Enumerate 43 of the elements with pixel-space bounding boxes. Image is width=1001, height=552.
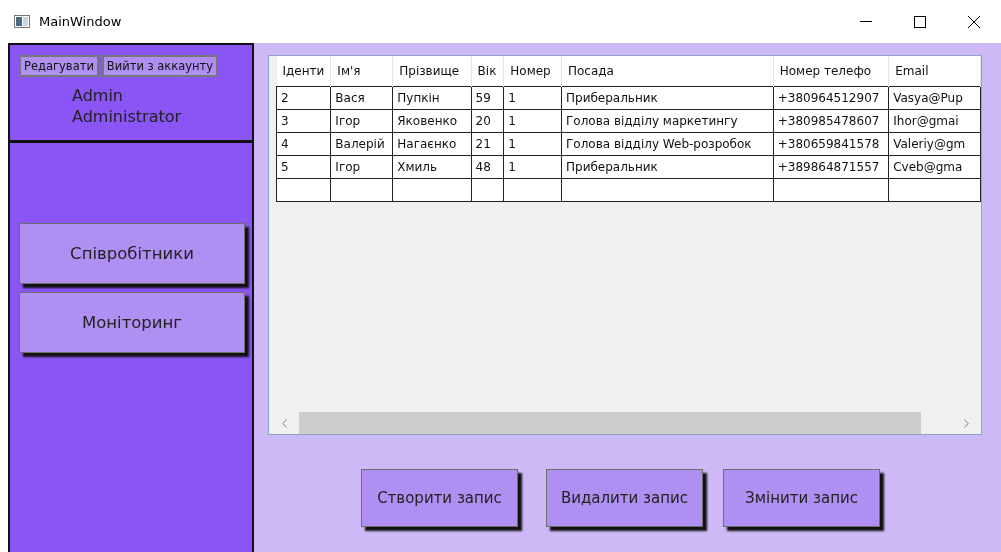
table-cell: 1 xyxy=(503,86,562,110)
column-header[interactable]: Посада xyxy=(561,56,774,87)
user-role: Administrator xyxy=(72,106,183,127)
logout-button[interactable]: Вийти з аккаунту xyxy=(101,55,219,77)
table-cell: 4 xyxy=(276,132,331,156)
column-header[interactable]: Іденти xyxy=(276,56,331,87)
table-cell: Пупкін xyxy=(392,86,472,110)
column-header[interactable]: Ім'я xyxy=(330,56,393,87)
delete-button[interactable]: Видалити запис xyxy=(546,469,703,527)
minimize-icon xyxy=(860,21,872,22)
table-cell: Вася xyxy=(330,86,393,110)
table-cell: Голова відділу маркетингу xyxy=(561,109,774,133)
user-name: Admin xyxy=(72,85,124,106)
nav-button[interactable]: Співробітники xyxy=(19,223,245,284)
table-cell: 2 xyxy=(276,86,331,110)
table-cell: Голова відділу Web-розробок xyxy=(561,132,774,156)
new-row[interactable] xyxy=(276,178,981,202)
table-cell: Приберальник xyxy=(561,86,774,110)
column-header[interactable]: Номер телефо xyxy=(773,56,889,87)
scroll-left-icon[interactable] xyxy=(281,418,287,428)
table-cell: +389864871557 xyxy=(773,155,889,179)
nav-button[interactable]: Моніторинг xyxy=(19,292,245,353)
table-cell: +380964512907 xyxy=(773,86,889,110)
table-cell: Приберальник xyxy=(561,155,774,179)
table-cell: +380985478607 xyxy=(773,109,889,133)
edit-record-button[interactable]: Змінити запис xyxy=(723,469,880,527)
scroll-right-icon[interactable] xyxy=(963,418,969,428)
table-cell: 3 xyxy=(276,109,331,133)
column-header[interactable]: Номер xyxy=(503,56,562,87)
table-cell: Vasya@Pup xyxy=(888,86,981,110)
table-cell: +380659841578 xyxy=(773,132,889,156)
app-icon xyxy=(14,15,30,28)
maximize-icon xyxy=(914,15,926,28)
table-cell: 5 xyxy=(276,155,331,179)
edit-button[interactable]: Редагувати xyxy=(19,55,99,77)
create-button[interactable]: Створити запис xyxy=(361,469,518,527)
column-header[interactable]: Вік xyxy=(471,56,504,87)
table-cell: 59 xyxy=(471,86,504,110)
window-title: MainWindow xyxy=(39,14,122,29)
column-header[interactable]: Email xyxy=(888,56,981,87)
close-icon xyxy=(968,15,980,28)
column-header[interactable]: Прізвище xyxy=(392,56,472,87)
data-table[interactable] xyxy=(268,55,982,435)
